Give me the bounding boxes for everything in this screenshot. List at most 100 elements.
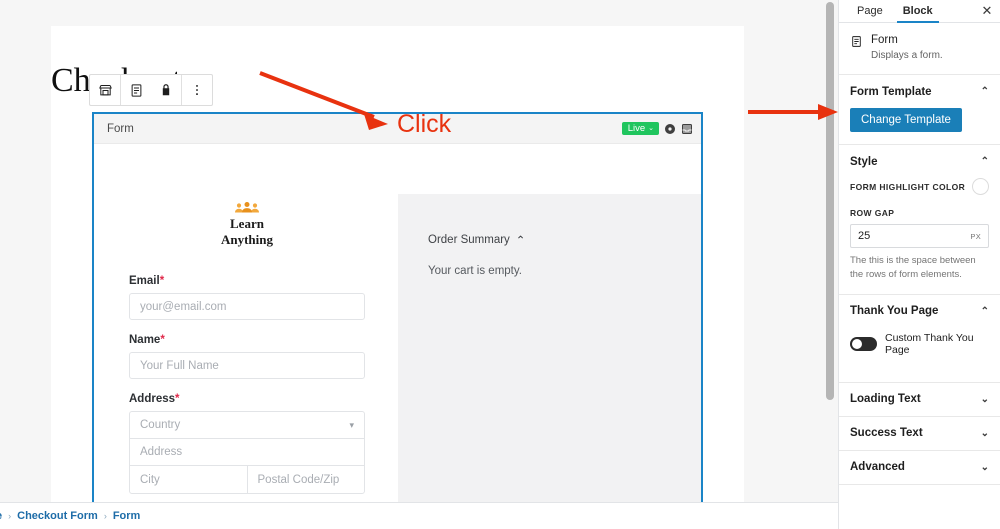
address-label-text: Address	[129, 393, 176, 405]
close-icon[interactable]: ✕	[974, 0, 1000, 22]
live-badge-label: Live	[627, 122, 646, 134]
form-block[interactable]: Form Live ⌄ Order Summary ⌃ Your cart is…	[92, 112, 703, 511]
cart-empty-text: Your cart is empty.	[428, 265, 522, 277]
section-style-title: Style	[850, 155, 878, 168]
form-highlight-color-swatch[interactable]	[972, 178, 989, 195]
row-gap-input[interactable]: 25 PX	[850, 224, 989, 248]
section-loading-text-header[interactable]: Loading Text ⌄	[850, 383, 989, 416]
form-block-icon	[852, 36, 861, 47]
custom-thank-you-page-toggle[interactable]	[850, 336, 877, 351]
form-block-header-actions: Live ⌄	[621, 121, 693, 136]
tab-block[interactable]: Block	[893, 0, 943, 23]
block-info-description: Displays a form.	[871, 50, 943, 61]
chevron-up-icon: ⌃	[980, 86, 989, 97]
chevron-up-icon: ⌃	[515, 235, 526, 247]
section-form-template-title: Form Template	[850, 85, 932, 98]
name-field-group: Name* Your Full Name	[129, 334, 365, 379]
chevron-down-icon: ⌄	[980, 427, 989, 439]
required-marker: *	[160, 334, 165, 346]
block-toolbar[interactable]	[89, 74, 213, 106]
country-select-value: Country	[140, 419, 181, 431]
toolbar-group-block	[121, 75, 181, 105]
order-summary-toggle[interactable]: Order Summary ⌃	[428, 233, 525, 247]
section-thank-you-page-body: Custom Thank You Page	[850, 328, 989, 382]
section-loading-text: Loading Text ⌄	[839, 383, 1000, 417]
email-field[interactable]: your@email.com	[129, 293, 365, 320]
name-field-label: Name*	[129, 334, 365, 346]
breadcrumb-item-checkout-form[interactable]: Checkout Form	[17, 510, 98, 522]
inbox-icon[interactable]	[681, 123, 693, 135]
address-field-label: Address*	[129, 393, 365, 405]
address-inputs: Country ▾ Address City Postal Code/Zip	[129, 411, 365, 494]
chevron-up-icon: ⌃	[980, 305, 989, 317]
chevron-down-icon: ⌄	[648, 125, 654, 132]
section-form-template: Form Template ⌃ Change Template	[839, 75, 1000, 145]
city-field[interactable]: City	[130, 466, 247, 493]
clock-icon[interactable]	[664, 123, 676, 135]
section-thank-you-page: Thank You Page ⌃ Custom Thank You Page	[839, 295, 1000, 383]
address-field-group: Address* Country ▾ Address City Postal C…	[129, 393, 365, 494]
row-gap-help-text: The this is the space between the rows o…	[850, 255, 976, 280]
form-block-body: Order Summary ⌃ Your cart is empty. Lear…	[94, 144, 701, 509]
street-address-field[interactable]: Address	[130, 439, 364, 466]
section-success-text-header[interactable]: Success Text ⌄	[850, 417, 989, 450]
form-highlight-color-label: FORM HIGHLIGHT COLOR	[850, 181, 966, 192]
section-success-text: Success Text ⌄	[839, 417, 1000, 451]
block-info-title: Form	[871, 34, 898, 46]
breadcrumb-separator: ›	[103, 511, 107, 521]
breadcrumb-item-truncated[interactable]: e	[0, 510, 2, 522]
email-label-text: Email	[129, 275, 160, 287]
breadcrumb-item-form[interactable]: Form	[113, 510, 141, 522]
form-block-icon[interactable]	[121, 75, 151, 105]
block-info: Form Displays a form.	[839, 23, 1000, 75]
toggle-knob	[852, 338, 862, 349]
row-gap-label: ROW GAP	[850, 208, 895, 218]
required-marker: *	[159, 275, 165, 287]
email-field-group: Email* your@email.com	[129, 275, 365, 320]
change-template-button[interactable]: Change Template	[850, 108, 962, 132]
section-form-template-body: Change Template	[850, 108, 989, 144]
section-advanced-header[interactable]: Advanced ⌄	[850, 451, 989, 484]
people-icon	[216, 202, 278, 215]
logo-text-line2: Anything	[220, 232, 274, 247]
store-icon[interactable]	[90, 75, 120, 105]
country-select[interactable]: Country ▾	[130, 412, 364, 439]
more-options-icon[interactable]	[182, 75, 212, 105]
order-summary-panel: Order Summary ⌃ Your cart is empty.	[398, 194, 701, 509]
address-row-country: Country ▾	[130, 412, 364, 439]
required-marker: *	[175, 393, 180, 405]
section-thank-you-page-header[interactable]: Thank You Page ⌃	[850, 295, 989, 328]
row-gap-unit: PX	[970, 231, 981, 241]
custom-thank-you-page-row: Custom Thank You Page	[850, 328, 989, 370]
toolbar-group-parent	[90, 75, 120, 105]
section-style-body: FORM HIGHLIGHT COLOR ROW GAP 25 PX The t…	[850, 178, 989, 294]
sidebar-tabs: Page Block ✕	[839, 0, 1000, 23]
editor-canvas-area: Checkout	[0, 0, 838, 529]
chevron-down-icon: ▾	[349, 419, 354, 430]
section-style-header[interactable]: Style ⌃	[850, 145, 989, 178]
live-status-badge[interactable]: Live ⌄	[621, 121, 659, 136]
address-row-street: Address	[130, 439, 364, 466]
app-root: Checkout	[0, 0, 1000, 529]
toolbar-group-more	[182, 75, 212, 105]
checkout-form-fields: Learn Anything Email* your@email.com Nam…	[129, 202, 365, 509]
postal-code-field[interactable]: Postal Code/Zip	[246, 466, 365, 493]
section-loading-text-title: Loading Text	[850, 393, 921, 406]
form-block-header: Form Live ⌄	[94, 114, 701, 144]
brand-logo: Learn Anything	[216, 202, 278, 247]
editor-scrollbar-thumb[interactable]	[826, 2, 834, 400]
tab-page[interactable]: Page	[847, 0, 893, 22]
form-block-header-label: Form	[107, 122, 134, 135]
editor-scrollbar-track[interactable]	[826, 0, 834, 529]
name-field[interactable]: Your Full Name	[129, 352, 365, 379]
row-gap-value: 25	[858, 230, 871, 242]
name-label-text: Name	[129, 334, 161, 346]
chevron-down-icon: ⌄	[980, 393, 989, 405]
section-advanced: Advanced ⌄	[839, 451, 1000, 485]
chevron-up-icon: ⌃	[980, 156, 989, 167]
section-style: Style ⌃ FORM HIGHLIGHT COLOR ROW GAP 25 …	[839, 145, 1000, 295]
section-advanced-title: Advanced	[850, 461, 905, 474]
order-summary-label: Order Summary	[428, 234, 510, 246]
section-form-template-header[interactable]: Form Template ⌃	[850, 75, 989, 108]
lock-icon[interactable]	[151, 75, 181, 105]
